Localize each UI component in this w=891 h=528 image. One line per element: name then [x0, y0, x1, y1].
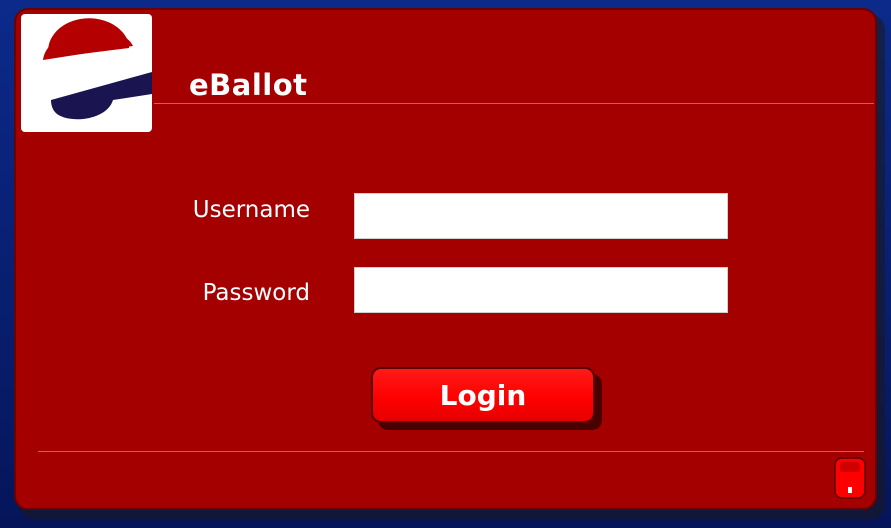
login-button[interactable]: Login: [371, 367, 595, 423]
password-field[interactable]: [354, 267, 728, 313]
eballot-e-logo-icon: [21, 14, 152, 132]
username-label: Username: [192, 197, 310, 223]
username-field[interactable]: [354, 193, 728, 239]
lock-icon[interactable]: [834, 457, 866, 499]
password-label: Password: [202, 280, 310, 306]
app-title: eBallot: [189, 68, 308, 102]
login-panel: eBallot Username Password Login: [14, 8, 877, 510]
header-divider: [154, 103, 874, 104]
footer-divider: [38, 451, 864, 452]
